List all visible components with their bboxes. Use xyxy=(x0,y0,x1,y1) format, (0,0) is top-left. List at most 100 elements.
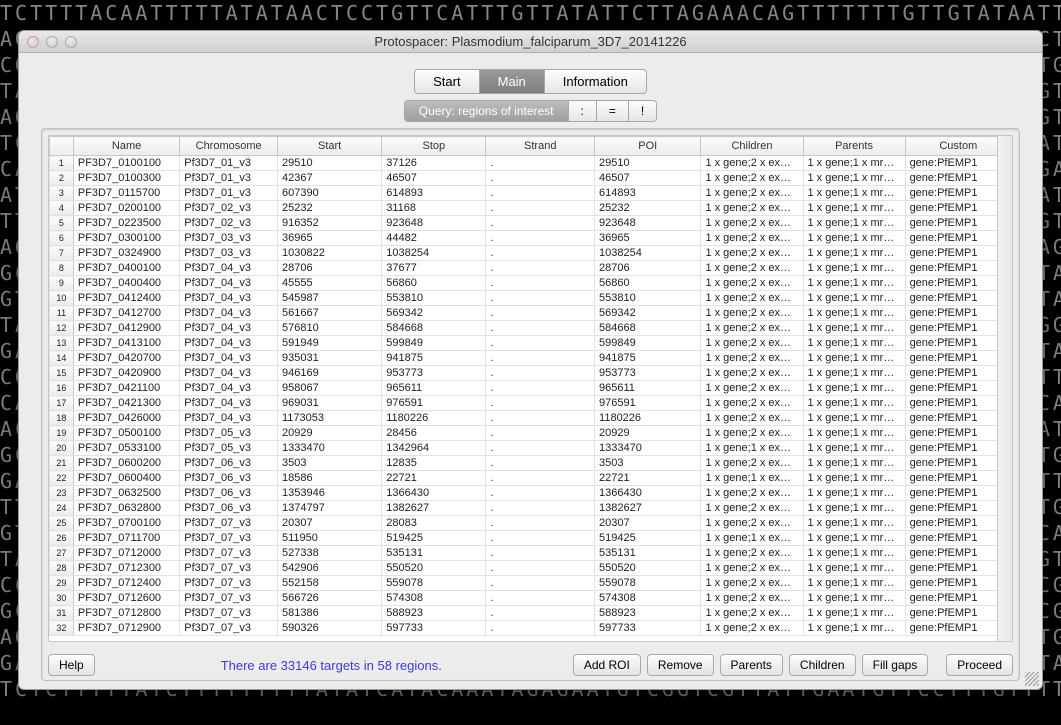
cell-parents[interactable]: 1 x gene;1 x mr… xyxy=(803,441,905,456)
table-row[interactable]: 2PF3D7_0100300Pf3D7_01_v34236746507.4650… xyxy=(50,171,1012,186)
cell-custom[interactable]: gene:PfEMP1 xyxy=(905,276,1011,291)
cell-poi[interactable]: 976591 xyxy=(595,396,701,411)
cell-parents[interactable]: 1 x gene;1 x mr… xyxy=(803,471,905,486)
cell-start[interactable]: 576810 xyxy=(278,321,382,336)
cell-stop[interactable]: 1382627 xyxy=(382,501,486,516)
cell-start[interactable]: 28706 xyxy=(278,261,382,276)
cell-chromosome[interactable]: Pf3D7_01_v3 xyxy=(180,171,278,186)
table-row[interactable]: 13PF3D7_0413100Pf3D7_04_v3591949599849.5… xyxy=(50,336,1012,351)
cell-strand[interactable]: . xyxy=(486,486,595,501)
cell-children[interactable]: 1 x gene;2 x ex… xyxy=(701,336,803,351)
cell-parents[interactable]: 1 x gene;1 x mr… xyxy=(803,621,905,636)
table-row[interactable]: 16PF3D7_0421100Pf3D7_04_v3958067965611.9… xyxy=(50,381,1012,396)
cell-start[interactable]: 1374797 xyxy=(278,501,382,516)
cell-stop[interactable]: 535131 xyxy=(382,546,486,561)
cell-strand[interactable]: . xyxy=(486,441,595,456)
cell-children[interactable]: 1 x gene;2 x ex… xyxy=(701,456,803,471)
cell-name[interactable]: PF3D7_0420900 xyxy=(73,366,179,381)
resize-handle-icon[interactable] xyxy=(1025,672,1039,686)
cell-start[interactable]: 958067 xyxy=(278,381,382,396)
cell-name[interactable]: PF3D7_0200100 xyxy=(73,201,179,216)
cell-parents[interactable]: 1 x gene;1 x mr… xyxy=(803,306,905,321)
remove-button[interactable]: Remove xyxy=(647,654,714,676)
cell-strand[interactable]: . xyxy=(486,471,595,486)
cell-custom[interactable]: gene:PfEMP1 xyxy=(905,261,1011,276)
cell-name[interactable]: PF3D7_0426000 xyxy=(73,411,179,426)
cell-custom[interactable]: gene:PfEMP1 xyxy=(905,516,1011,531)
cell-children[interactable]: 1 x gene;2 x ex… xyxy=(701,216,803,231)
cell-parents[interactable]: 1 x gene;1 x mr… xyxy=(803,486,905,501)
cell-chromosome[interactable]: Pf3D7_01_v3 xyxy=(180,156,278,171)
cell-strand[interactable]: . xyxy=(486,621,595,636)
cell-stop[interactable]: 1180226 xyxy=(382,411,486,426)
cell-strand[interactable]: . xyxy=(486,501,595,516)
cell-parents[interactable]: 1 x gene;1 x mr… xyxy=(803,186,905,201)
cell-parents[interactable]: 1 x gene;1 x mr… xyxy=(803,546,905,561)
cell-start[interactable]: 1333470 xyxy=(278,441,382,456)
cell-parents[interactable]: 1 x gene;1 x mr… xyxy=(803,456,905,471)
cell-stop[interactable]: 22721 xyxy=(382,471,486,486)
cell-custom[interactable]: gene:PfEMP1 xyxy=(905,456,1011,471)
cell-custom[interactable]: gene:PfEMP1 xyxy=(905,546,1011,561)
cell-poi[interactable]: 1038254 xyxy=(595,246,701,261)
cell-name[interactable]: PF3D7_0632800 xyxy=(73,501,179,516)
cell-chromosome[interactable]: Pf3D7_07_v3 xyxy=(180,546,278,561)
cell-strand[interactable]: . xyxy=(486,561,595,576)
cell-chromosome[interactable]: Pf3D7_02_v3 xyxy=(180,216,278,231)
cell-poi[interactable]: 20307 xyxy=(595,516,701,531)
cell-children[interactable]: 1 x gene;1 x ex… xyxy=(701,471,803,486)
cell-custom[interactable]: gene:PfEMP1 xyxy=(905,321,1011,336)
table-row[interactable]: 28PF3D7_0712300Pf3D7_07_v3542906550520.5… xyxy=(50,561,1012,576)
cell-start[interactable]: 511950 xyxy=(278,531,382,546)
help-button[interactable]: Help xyxy=(48,654,95,676)
cell-children[interactable]: 1 x gene;2 x ex… xyxy=(701,381,803,396)
cell-parents[interactable]: 1 x gene;1 x mr… xyxy=(803,606,905,621)
table-row[interactable]: 26PF3D7_0711700Pf3D7_07_v3511950519425.5… xyxy=(50,531,1012,546)
cell-start[interactable]: 1173053 xyxy=(278,411,382,426)
cell-start[interactable]: 545987 xyxy=(278,291,382,306)
table-row[interactable]: 7PF3D7_0324900Pf3D7_03_v310308221038254.… xyxy=(50,246,1012,261)
table-row[interactable]: 15PF3D7_0420900Pf3D7_04_v3946169953773.9… xyxy=(50,366,1012,381)
cell-poi[interactable]: 46507 xyxy=(595,171,701,186)
cell-chromosome[interactable]: Pf3D7_04_v3 xyxy=(180,351,278,366)
cell-name[interactable]: PF3D7_0100100 xyxy=(73,156,179,171)
cell-custom[interactable]: gene:PfEMP1 xyxy=(905,441,1011,456)
cell-custom[interactable]: gene:PfEMP1 xyxy=(905,591,1011,606)
table-row[interactable]: 17PF3D7_0421300Pf3D7_04_v3969031976591.9… xyxy=(50,396,1012,411)
table-row[interactable]: 29PF3D7_0712400Pf3D7_07_v3552158559078.5… xyxy=(50,576,1012,591)
cell-start[interactable]: 1353946 xyxy=(278,486,382,501)
cell-poi[interactable]: 519425 xyxy=(595,531,701,546)
cell-poi[interactable]: 569342 xyxy=(595,306,701,321)
cell-poi[interactable]: 29510 xyxy=(595,156,701,171)
cell-custom[interactable]: gene:PfEMP1 xyxy=(905,186,1011,201)
cell-start[interactable]: 607390 xyxy=(278,186,382,201)
table-row[interactable]: 11PF3D7_0412700Pf3D7_04_v3561667569342.5… xyxy=(50,306,1012,321)
table-row[interactable]: 5PF3D7_0223500Pf3D7_02_v3916352923648.92… xyxy=(50,216,1012,231)
cell-start[interactable]: 20929 xyxy=(278,426,382,441)
cell-children[interactable]: 1 x gene;2 x ex… xyxy=(701,561,803,576)
cell-name[interactable]: PF3D7_0412900 xyxy=(73,321,179,336)
cell-stop[interactable]: 44482 xyxy=(382,231,486,246)
cell-strand[interactable]: . xyxy=(486,276,595,291)
cell-start[interactable]: 581386 xyxy=(278,606,382,621)
cell-start[interactable]: 527338 xyxy=(278,546,382,561)
table-row[interactable]: 31PF3D7_0712800Pf3D7_07_v3581386588923.5… xyxy=(50,606,1012,621)
table-row[interactable]: 21PF3D7_0600200Pf3D7_06_v3350312835.3503… xyxy=(50,456,1012,471)
cell-children[interactable]: 1 x gene;2 x ex… xyxy=(701,246,803,261)
cell-poi[interactable]: 574308 xyxy=(595,591,701,606)
cell-strand[interactable]: . xyxy=(486,261,595,276)
cell-strand[interactable]: . xyxy=(486,366,595,381)
cell-custom[interactable]: gene:PfEMP1 xyxy=(905,471,1011,486)
column-header-parents[interactable]: Parents xyxy=(803,137,905,156)
cell-strand[interactable]: . xyxy=(486,591,595,606)
cell-children[interactable]: 1 x gene;2 x ex… xyxy=(701,291,803,306)
cell-children[interactable]: 1 x gene;2 x ex… xyxy=(701,321,803,336)
cell-children[interactable]: 1 x gene;2 x ex… xyxy=(701,231,803,246)
cell-name[interactable]: PF3D7_0600400 xyxy=(73,471,179,486)
cell-poi[interactable]: 584668 xyxy=(595,321,701,336)
table-row[interactable]: 8PF3D7_0400100Pf3D7_04_v32870637677.2870… xyxy=(50,261,1012,276)
cell-children[interactable]: 1 x gene;2 x ex… xyxy=(701,426,803,441)
cell-children[interactable]: 1 x gene;2 x ex… xyxy=(701,501,803,516)
cell-strand[interactable]: . xyxy=(486,531,595,546)
cell-chromosome[interactable]: Pf3D7_07_v3 xyxy=(180,561,278,576)
